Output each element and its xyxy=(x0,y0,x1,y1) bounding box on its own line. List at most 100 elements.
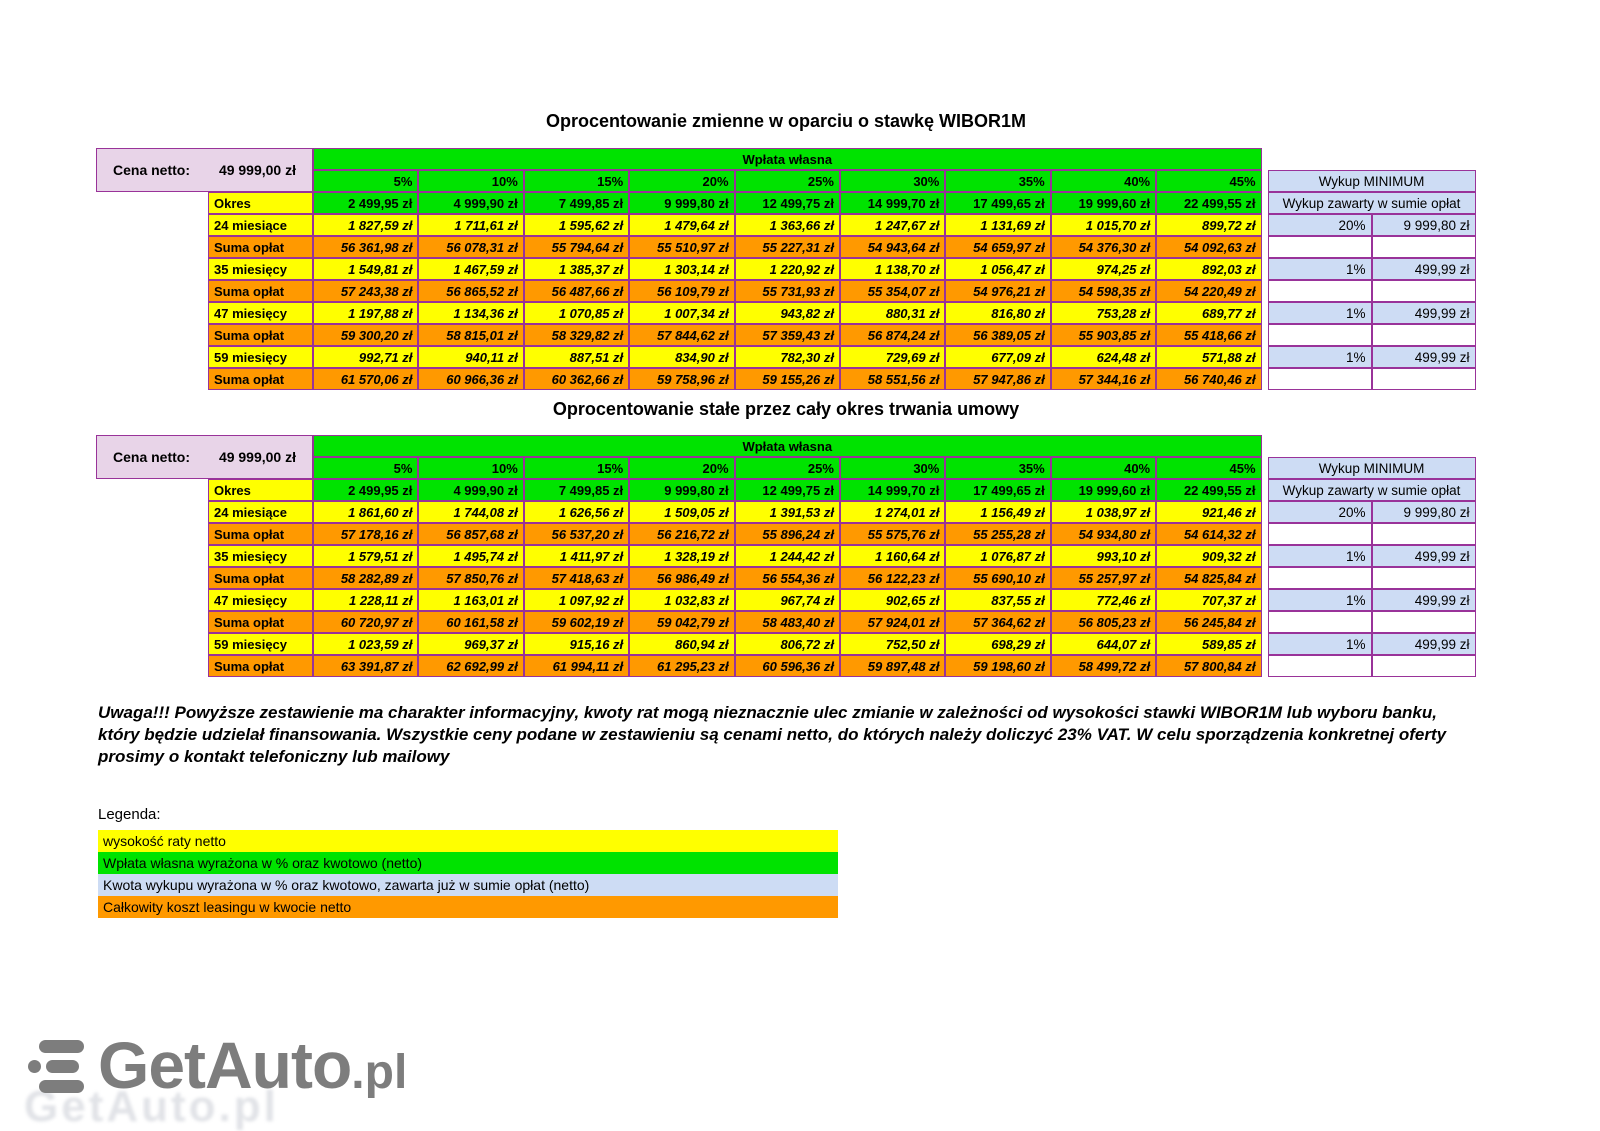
suma-oplat-value: 54 092,63 zł xyxy=(1156,236,1261,258)
rata-value: 1 197,88 zł xyxy=(313,302,418,324)
okres-row-label: 35 miesięcy xyxy=(208,545,313,567)
rata-value: 1 827,59 zł xyxy=(313,214,418,236)
wykup-kwota-cell: 499,99 zł xyxy=(1372,545,1476,567)
percent-header: 40% xyxy=(1051,170,1156,192)
rata-value: 1 328,19 zł xyxy=(629,545,734,567)
suma-oplat-value: 55 731,93 zł xyxy=(735,280,840,302)
rata-value: 1 274,01 zł xyxy=(840,501,945,523)
suma-oplat-label: Suma opłat xyxy=(208,567,313,589)
rata-value: 589,85 zł xyxy=(1156,633,1261,655)
cena-netto-value: 49 999,00 zł xyxy=(219,162,296,178)
wykup-percent-cell xyxy=(1268,280,1372,302)
rata-value: 1 056,47 zł xyxy=(945,258,1050,280)
warning-text: Uwaga!!! Powyższe zestawienie ma charakt… xyxy=(98,702,1476,768)
suma-oplat-value: 59 758,96 zł xyxy=(629,368,734,390)
cena-netto-label: Cena netto: xyxy=(113,449,190,465)
suma-oplat-value: 58 551,56 zł xyxy=(840,368,945,390)
percent-header: 15% xyxy=(524,457,629,479)
wplata-kwota-value: 7 499,85 zł xyxy=(524,192,629,214)
percent-header: 20% xyxy=(629,170,734,192)
rata-value: 571,88 zł xyxy=(1156,346,1261,368)
wykup-kwota-cell: 9 999,80 zł xyxy=(1372,214,1476,236)
suma-oplat-label: Suma opłat xyxy=(208,611,313,633)
percent-header: 30% xyxy=(840,170,945,192)
rata-value: 837,55 zł xyxy=(945,589,1050,611)
rata-value: 1 163,01 zł xyxy=(418,589,523,611)
getauto-list-icon xyxy=(28,1040,84,1093)
suma-oplat-value: 56 874,24 zł xyxy=(840,324,945,346)
suma-oplat-value: 57 243,38 zł xyxy=(313,280,418,302)
rata-value: 1 015,70 zł xyxy=(1051,214,1156,236)
rata-value: 899,72 zł xyxy=(1156,214,1261,236)
wykup-kwota-cell xyxy=(1372,567,1476,589)
rata-value: 902,65 zł xyxy=(840,589,945,611)
wykup-percent-cell xyxy=(1268,368,1372,390)
suma-oplat-value: 61 994,11 zł xyxy=(524,655,629,677)
suma-oplat-value: 54 220,49 zł xyxy=(1156,280,1261,302)
wplata-kwota-value: 9 999,80 zł xyxy=(629,479,734,501)
suma-oplat-value: 59 155,26 zł xyxy=(735,368,840,390)
wplata-kwota-value: 2 499,95 zł xyxy=(313,479,418,501)
rata-value: 915,16 zł xyxy=(524,633,629,655)
wykup-percent-cell xyxy=(1268,611,1372,633)
rata-value: 1 070,85 zł xyxy=(524,302,629,324)
wykup-kwota-cell: 499,99 zł xyxy=(1372,633,1476,655)
okres-row-label: 24 miesiące xyxy=(208,501,313,523)
suma-oplat-value: 57 844,62 zł xyxy=(629,324,734,346)
rata-value: 1 228,11 zł xyxy=(313,589,418,611)
wykup-percent-cell: 20% xyxy=(1268,501,1372,523)
wykup-kwota-cell: 499,99 zł xyxy=(1372,302,1476,324)
suma-oplat-value: 54 976,21 zł xyxy=(945,280,1050,302)
wykup-kwota-cell xyxy=(1372,280,1476,302)
suma-oplat-value: 55 794,64 zł xyxy=(524,236,629,258)
rata-value: 1 134,36 zł xyxy=(418,302,523,324)
wplata-kwota-value: 7 499,85 zł xyxy=(524,479,629,501)
wykup-percent-cell: 1% xyxy=(1268,346,1372,368)
suma-oplat-value: 57 850,76 zł xyxy=(418,567,523,589)
suma-oplat-value: 55 227,31 zł xyxy=(735,236,840,258)
okres-label: Okres xyxy=(208,479,313,501)
suma-oplat-value: 57 418,63 zł xyxy=(524,567,629,589)
rata-value: 1 076,87 zł xyxy=(945,545,1050,567)
wykup-kwota-cell xyxy=(1372,236,1476,258)
suma-oplat-value: 55 354,07 zł xyxy=(840,280,945,302)
suma-oplat-value: 59 602,19 zł xyxy=(524,611,629,633)
suma-oplat-value: 56 986,49 zł xyxy=(629,567,734,589)
wplata-kwota-value: 17 499,65 zł xyxy=(945,192,1050,214)
okres-row-label: 47 miesięcy xyxy=(208,589,313,611)
wykup-percent-cell xyxy=(1268,655,1372,677)
percent-header: 10% xyxy=(418,170,523,192)
suma-oplat-value: 54 934,80 zł xyxy=(1051,523,1156,545)
wykup-percent-cell: 20% xyxy=(1268,214,1372,236)
suma-oplat-value: 56 487,66 zł xyxy=(524,280,629,302)
percent-header: 25% xyxy=(735,457,840,479)
rata-value: 1 247,67 zł xyxy=(840,214,945,236)
suma-oplat-value: 59 042,79 zł xyxy=(629,611,734,633)
rata-value: 969,37 zł xyxy=(418,633,523,655)
wplata-kwota-value: 19 999,60 zł xyxy=(1051,479,1156,501)
variable-rate-table-title: Oprocentowanie zmienne w oparciu o stawk… xyxy=(96,111,1476,132)
rata-value: 677,09 zł xyxy=(945,346,1050,368)
wykup-percent-cell: 1% xyxy=(1268,258,1372,280)
rata-value: 1 303,14 zł xyxy=(629,258,734,280)
wykup-percent-cell xyxy=(1268,324,1372,346)
wykup-kwota-cell xyxy=(1372,368,1476,390)
rata-value: 816,80 zł xyxy=(945,302,1050,324)
rata-value: 1 156,49 zł xyxy=(945,501,1050,523)
rata-value: 772,46 zł xyxy=(1051,589,1156,611)
okres-row-label: 24 miesiące xyxy=(208,214,313,236)
suma-oplat-value: 54 598,35 zł xyxy=(1051,280,1156,302)
rata-value: 921,46 zł xyxy=(1156,501,1261,523)
percent-header: 5% xyxy=(313,170,418,192)
wplata-kwota-value: 17 499,65 zł xyxy=(945,479,1050,501)
logo-text: GetAuto .pl xyxy=(98,1032,407,1100)
percent-header: 45% xyxy=(1156,457,1261,479)
suma-oplat-value: 55 896,24 zł xyxy=(735,523,840,545)
legend-title: Legenda: xyxy=(98,806,838,823)
suma-oplat-value: 57 178,16 zł xyxy=(313,523,418,545)
wplata-kwota-value: 22 499,55 zł xyxy=(1156,479,1261,501)
rata-value: 1 744,08 zł xyxy=(418,501,523,523)
suma-oplat-value: 57 359,43 zł xyxy=(735,324,840,346)
percent-header: 35% xyxy=(945,170,1050,192)
rata-value: 1 023,59 zł xyxy=(313,633,418,655)
